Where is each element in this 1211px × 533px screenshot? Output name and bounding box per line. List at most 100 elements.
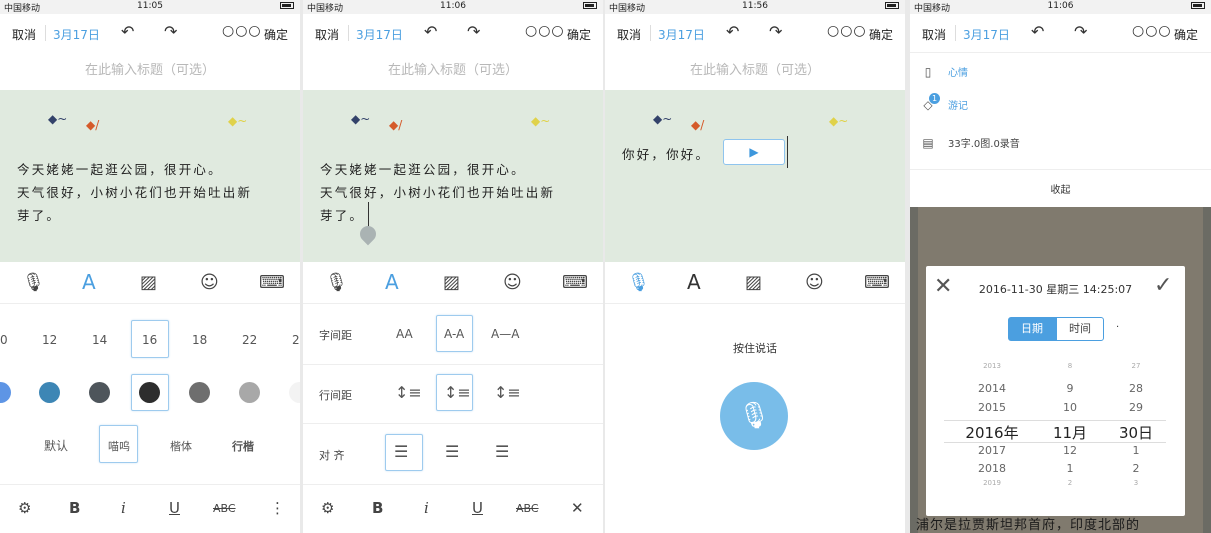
size-option[interactable]: 14 bbox=[92, 333, 107, 347]
bold-button[interactable]: B bbox=[69, 499, 80, 517]
wheel-item[interactable]: 8 bbox=[1050, 362, 1090, 370]
undo-icon[interactable]: ↶ bbox=[424, 22, 437, 41]
microphone-icon[interactable]: 🎙 bbox=[325, 272, 348, 293]
image-icon[interactable]: ▨ bbox=[140, 272, 157, 293]
wheel-item[interactable]: 2 bbox=[1050, 479, 1090, 487]
bold-button[interactable]: B bbox=[372, 499, 383, 517]
undo-icon[interactable]: ↶ bbox=[121, 22, 134, 41]
line-spacing-medium-icon[interactable]: ↕≡ bbox=[444, 383, 471, 402]
line-spacing-large-icon[interactable]: ↕≡ bbox=[494, 383, 521, 402]
font-option-selected[interactable]: 喵呜 bbox=[108, 438, 130, 454]
wheel-item[interactable]: 2017 bbox=[964, 444, 1020, 457]
size-option[interactable]: 22 bbox=[242, 333, 257, 347]
play-icon[interactable]: ▶ bbox=[749, 145, 758, 159]
strikethrough-button[interactable]: ABC bbox=[516, 502, 539, 515]
emoji-icon[interactable]: ☺ bbox=[503, 272, 522, 293]
wheel-item[interactable]: 12 bbox=[1050, 444, 1090, 457]
wheel-item-selected[interactable]: 11月 bbox=[1042, 422, 1098, 443]
color-swatch[interactable] bbox=[39, 382, 60, 403]
date-button[interactable]: 3月17日 bbox=[53, 26, 100, 43]
check-icon[interactable]: ✓ bbox=[1154, 273, 1172, 298]
redo-icon[interactable]: ↷ bbox=[164, 22, 177, 41]
emoji-icon[interactable]: ☺ bbox=[805, 272, 824, 293]
mood-item[interactable]: ▯ 心情 bbox=[920, 64, 968, 79]
diary-paper[interactable]: ◆~ ◆/ ◆~ 今天姥姥一起逛公园，很开心。 天气很好，小树小花们也开始吐出新… bbox=[303, 90, 603, 262]
wheel-item[interactable]: 9 bbox=[1050, 382, 1090, 395]
gear-icon[interactable]: ⚙ bbox=[18, 499, 31, 517]
wheel-item-selected[interactable]: 2016年 bbox=[956, 422, 1028, 443]
microphone-icon[interactable]: 🎙 bbox=[22, 272, 45, 293]
more-icon[interactable]: ○○○ bbox=[1132, 23, 1172, 39]
cancel-button[interactable]: 取消 bbox=[922, 26, 946, 43]
cancel-button[interactable]: 取消 bbox=[617, 26, 641, 43]
wheel-item[interactable]: 2014 bbox=[964, 382, 1020, 395]
underline-button[interactable]: U bbox=[472, 499, 483, 517]
date-button[interactable]: 3月17日 bbox=[963, 26, 1010, 43]
wheel-item[interactable]: 29 bbox=[1116, 401, 1156, 414]
collapse-button[interactable]: 收起 bbox=[910, 181, 1211, 196]
wheel-item[interactable]: 2019 bbox=[964, 479, 1020, 487]
size-option[interactable]: 0 bbox=[0, 333, 8, 347]
title-input[interactable]: 在此输入标题（可选） bbox=[0, 52, 300, 90]
undo-icon[interactable]: ↶ bbox=[1031, 22, 1044, 41]
wheel-item[interactable]: 28 bbox=[1116, 382, 1156, 395]
travel-item[interactable]: ◇ 1 游记 bbox=[920, 93, 968, 112]
record-button[interactable]: 🎙 bbox=[720, 382, 788, 450]
redo-icon[interactable]: ↷ bbox=[1074, 22, 1087, 41]
size-option-selected[interactable]: 16 bbox=[142, 333, 157, 347]
redo-icon[interactable]: ↷ bbox=[467, 22, 480, 41]
underline-button[interactable]: U bbox=[169, 499, 180, 517]
size-option[interactable]: 18 bbox=[192, 333, 207, 347]
diary-body-text[interactable]: 今天姥姥一起逛公园，很开心。 天气很好，小树小花们也开始吐出新 芽了。 bbox=[17, 158, 292, 227]
color-swatch[interactable] bbox=[239, 382, 260, 403]
more-icon[interactable]: ○○○ bbox=[222, 23, 262, 39]
cancel-button[interactable]: 取消 bbox=[12, 26, 36, 43]
color-swatch[interactable] bbox=[189, 382, 210, 403]
color-swatch[interactable] bbox=[289, 382, 300, 403]
confirm-button[interactable]: 确定 bbox=[264, 26, 288, 43]
date-button[interactable]: 3月17日 bbox=[658, 26, 705, 43]
audio-clip[interactable]: ▶ bbox=[723, 139, 785, 165]
more-vertical-icon[interactable]: ⋮ bbox=[270, 499, 285, 517]
wheel-item[interactable]: 27 bbox=[1116, 362, 1156, 370]
letter-spacing-option[interactable]: A—A bbox=[491, 327, 519, 341]
letter-spacing-option-selected[interactable]: A-A bbox=[444, 327, 464, 341]
confirm-button[interactable]: 确定 bbox=[869, 26, 893, 43]
more-icon[interactable]: ○○○ bbox=[827, 23, 867, 39]
confirm-button[interactable]: 确定 bbox=[567, 26, 591, 43]
diary-paper[interactable]: ◆~ ◆/ ◆~ 今天姥姥一起逛公园，很开心。 天气很好，小树小花们也开始吐出新… bbox=[0, 90, 300, 262]
size-option[interactable]: 2 bbox=[292, 333, 300, 347]
font-option[interactable]: 默认 bbox=[44, 437, 68, 454]
font-icon[interactable]: A bbox=[385, 270, 399, 294]
emoji-icon[interactable]: ☺ bbox=[200, 272, 219, 293]
wheel-item[interactable]: 10 bbox=[1050, 401, 1090, 414]
font-option[interactable]: 楷体 bbox=[170, 438, 192, 454]
align-right-icon[interactable]: ☰ bbox=[495, 442, 509, 461]
letter-spacing-option[interactable]: AA bbox=[396, 327, 413, 341]
date-button[interactable]: 3月17日 bbox=[356, 26, 403, 43]
image-icon[interactable]: ▨ bbox=[443, 272, 460, 293]
tab-date[interactable]: 日期 bbox=[1008, 317, 1056, 341]
gear-icon[interactable]: ⚙ bbox=[321, 499, 334, 517]
wheel-item[interactable]: 1 bbox=[1116, 444, 1156, 457]
wheel-item[interactable]: 2013 bbox=[964, 362, 1020, 370]
align-left-icon[interactable]: ☰ bbox=[394, 442, 408, 461]
color-swatch[interactable] bbox=[0, 382, 11, 403]
title-input[interactable]: 在此输入标题（可选） bbox=[303, 52, 603, 90]
italic-button[interactable]: i bbox=[424, 499, 429, 517]
keyboard-icon[interactable]: ⌨ bbox=[259, 272, 285, 293]
wheel-item-selected[interactable]: 30日 bbox=[1110, 422, 1162, 443]
wheel-item[interactable]: 2018 bbox=[964, 462, 1020, 475]
keyboard-icon[interactable]: ⌨ bbox=[864, 272, 890, 293]
diary-body-text[interactable]: 今天姥姥一起逛公园，很开心。 天气很好，小树小花们也开始吐出新 芽了。 bbox=[320, 158, 595, 227]
line-spacing-small-icon[interactable]: ↕≡ bbox=[395, 383, 422, 402]
italic-button[interactable]: i bbox=[121, 499, 126, 517]
font-option[interactable]: 行楷 bbox=[232, 438, 254, 454]
microphone-icon[interactable]: 🎙 bbox=[627, 272, 650, 293]
close-icon[interactable]: ✕ bbox=[571, 499, 584, 517]
title-input[interactable]: 在此输入标题（可选） bbox=[605, 52, 905, 90]
redo-icon[interactable]: ↷ bbox=[769, 22, 782, 41]
align-center-icon[interactable]: ☰ bbox=[445, 442, 459, 461]
wheel-item[interactable]: 2 bbox=[1116, 462, 1156, 475]
keyboard-icon[interactable]: ⌨ bbox=[562, 272, 588, 293]
